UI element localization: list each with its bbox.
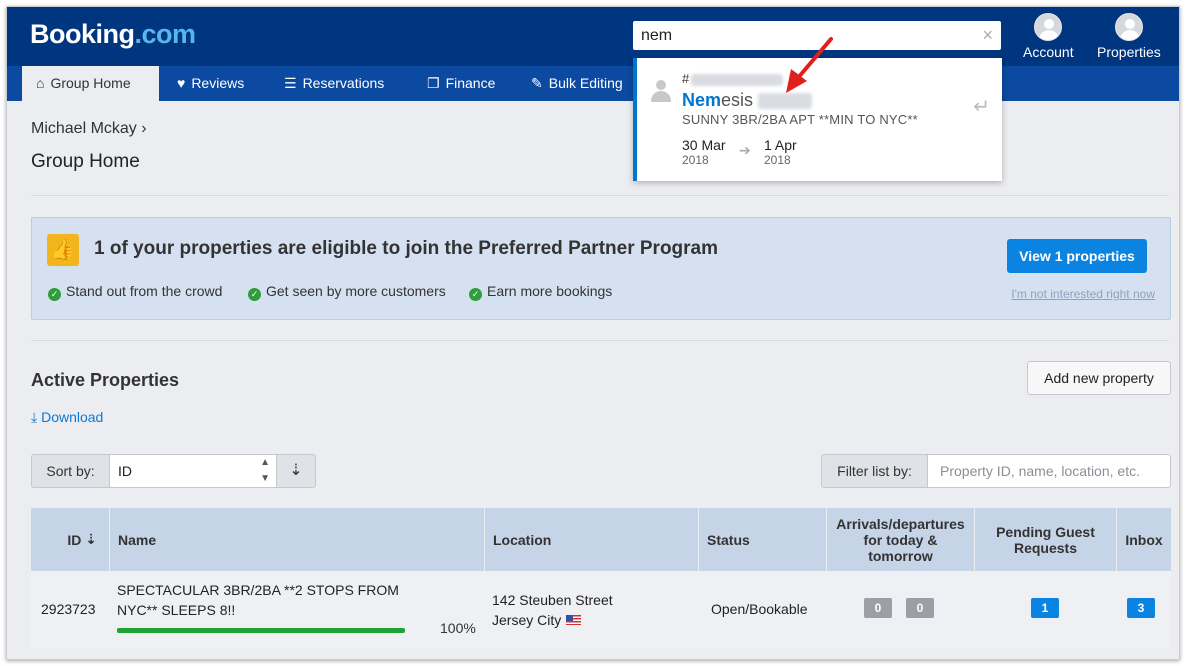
col-pending: Pending Guest Requests [975, 508, 1117, 571]
add-new-property-button[interactable]: Add new property [1027, 361, 1171, 395]
list-icon: ☰ [284, 75, 297, 91]
completion-progress-bar [117, 628, 405, 633]
col-inbox: Inbox [1125, 531, 1163, 548]
account-avatar-icon [1034, 13, 1063, 41]
us-flag-icon [566, 615, 582, 625]
nav-label: Reservations [302, 75, 385, 91]
home-icon: ⌂ [36, 75, 45, 91]
download-link[interactable]: ⤓ Download [31, 409, 103, 426]
main-nav: ⌂ Group Home ♥ Reviews ☰ Reservations ❐ Fina… [7, 66, 1179, 101]
arrivals-tomorrow-badge[interactable]: 0 [906, 598, 934, 618]
result-property-name: SUNNY 3BR/2BA APT **MIN TO NYC** [682, 112, 918, 127]
booking-logo[interactable]: Booking.com [30, 19, 196, 50]
nav-label: Finance [445, 75, 496, 91]
property-location: 142 Steuben Street Jersey City [492, 592, 613, 628]
arrivals-today-badge[interactable]: 0 [864, 598, 892, 618]
nav-label: Group Home [50, 75, 131, 91]
properties-button[interactable]: Properties [1097, 13, 1161, 60]
properties-label: Properties [1097, 44, 1161, 60]
guest-user-icon [651, 80, 671, 102]
nav-reservations[interactable]: ☰ Reservations [270, 66, 398, 101]
result-checkin-date: 30 Mar 2018 [682, 137, 726, 167]
benefit-item: ✓ Earn more bookings [469, 283, 612, 301]
filter-input[interactable] [927, 454, 1171, 488]
check-icon: ✓ [469, 288, 482, 301]
properties-avatar-icon [1114, 13, 1143, 41]
benefit-item: ✓ Stand out from the crowd [48, 283, 222, 301]
benefit-item: ✓ Get seen by more customers [248, 283, 446, 301]
pencil-icon: ✎ [531, 75, 543, 91]
download-icon: ⤓ [31, 409, 42, 425]
table-header: ID ⇣ Name Location Status Arrivals/depar… [31, 508, 1171, 571]
heart-icon: ♥ [177, 75, 186, 91]
divider [31, 195, 1169, 196]
page-title: Group Home [31, 151, 140, 172]
preferred-partner-banner: 👍 1 of your properties are eligible to j… [31, 217, 1171, 320]
nav-finance[interactable]: ❐ Finance [413, 66, 509, 101]
account-button[interactable]: Account [1023, 13, 1074, 60]
col-location[interactable]: Location [485, 508, 699, 571]
enter-key-icon: ↵ [973, 96, 990, 118]
check-icon: ✓ [48, 288, 61, 301]
result-reservation-number: # [682, 71, 784, 86]
sort-select[interactable]: ID ▲ ▼ [109, 454, 277, 488]
col-status[interactable]: Status [699, 508, 827, 571]
nav-label: Bulk Editing [548, 75, 623, 91]
divider [31, 340, 1169, 341]
nav-bulk-editing[interactable]: ✎ Bulk Editing [517, 66, 637, 101]
completion-percent: 100% [440, 620, 476, 636]
nav-reviews[interactable]: ♥ Reviews [163, 66, 258, 101]
property-status: Open/Bookable [711, 601, 808, 617]
inbox-badge[interactable]: 3 [1127, 598, 1155, 618]
property-name[interactable]: SPECTACULAR 3BR/2BA **2 STOPS FROM NYC**… [117, 580, 417, 620]
col-arrivals: Arrivals/departures for today & tomorrow [827, 508, 975, 571]
select-arrows-icon: ▲ ▼ [260, 457, 270, 484]
filter-label: Filter list by: [821, 454, 928, 488]
breadcrumb[interactable]: Michael Mckay › [31, 120, 147, 138]
top-header: Booking.com × Account Properties [7, 7, 1179, 66]
clear-search-icon[interactable]: × [982, 25, 993, 46]
browser-frame: Booking.com × Account Properties ⌂ Group … [6, 6, 1180, 660]
date-arrow-icon: ➔ [739, 142, 751, 158]
col-name[interactable]: Name [110, 508, 485, 571]
result-checkout-date: 1 Apr 2018 [764, 137, 797, 167]
property-id: 2923723 [41, 601, 96, 617]
not-interested-link[interactable]: I'm not interested right now [1011, 287, 1155, 301]
view-properties-button[interactable]: View 1 properties [1007, 239, 1147, 273]
nav-group-home[interactable]: ⌂ Group Home [22, 66, 159, 101]
thumbs-up-icon: 👍 [47, 234, 79, 266]
nav-label: Reviews [191, 75, 245, 91]
sort-desc-icon: ⇣ [289, 462, 303, 479]
section-title: Active Properties [31, 370, 180, 390]
document-icon: ❐ [427, 75, 440, 91]
banner-title: 1 of your properties are eligible to joi… [94, 238, 719, 259]
check-icon: ✓ [248, 288, 261, 301]
pending-requests-badge[interactable]: 1 [1031, 598, 1059, 618]
logo-main: Booking [30, 19, 135, 49]
logo-tld: .com [134, 19, 197, 49]
annotation-arrow-icon [786, 37, 833, 93]
sort-desc-icon: ⇣ [85, 531, 97, 547]
sort-label: Sort by: [31, 454, 110, 488]
sort-direction-button[interactable]: ⇣ [276, 454, 316, 488]
col-id[interactable]: ID ⇣ [31, 508, 110, 571]
table-row[interactable]: 2923723 SPECTACULAR 3BR/2BA **2 STOPS FR… [31, 571, 1171, 649]
account-label: Account [1023, 44, 1074, 60]
